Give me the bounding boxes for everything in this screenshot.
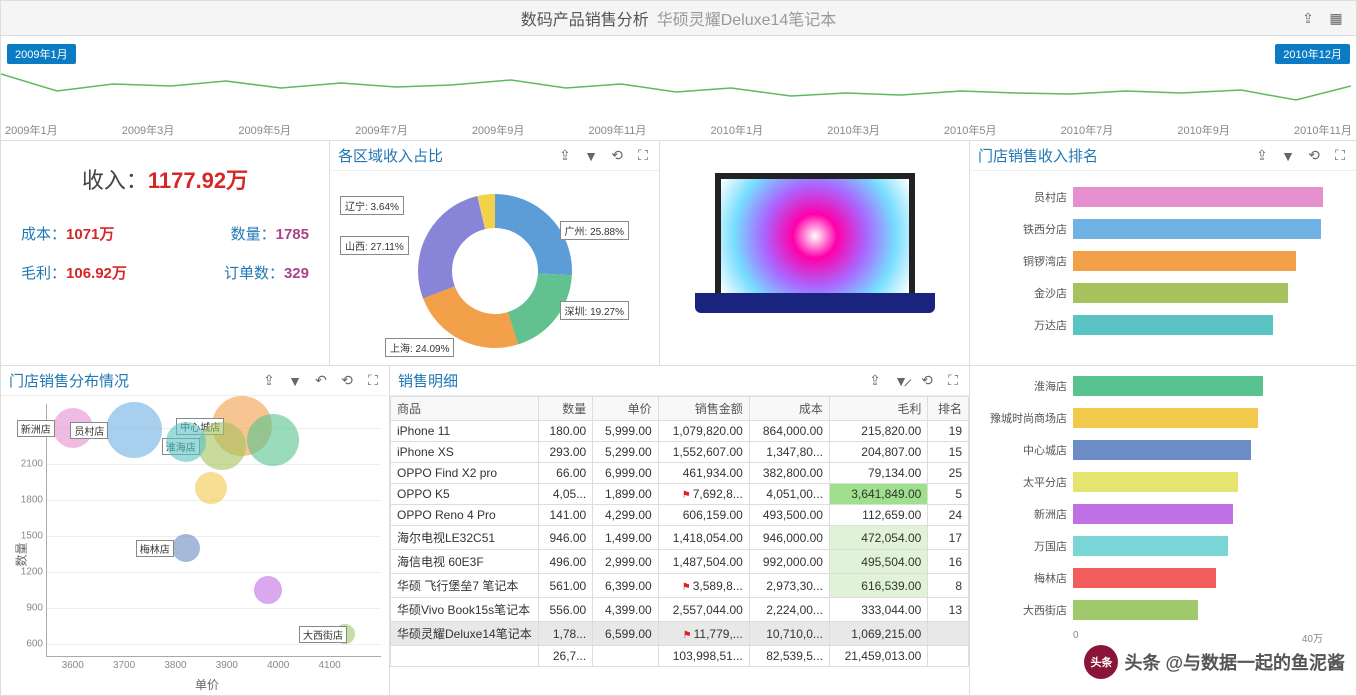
kpi-cost: 成本：1071万 [21,223,114,244]
donut-label: 山西: 27.11% [340,236,409,255]
panel-title: 各区域收入占比 [338,145,443,166]
bubble[interactable] [254,576,282,604]
dashboard-title-bar: 数码产品销售分析 华硕灵耀Deluxe14笔记本 ⇪ ▦ [0,0,1357,36]
panel-title: 门店销售分布情况 [9,370,129,391]
donut-label: 上海: 24.09% [385,338,454,357]
rank-bar[interactable]: 万国店 [982,530,1344,562]
export-icon[interactable]: ⇪ [867,373,883,389]
col-header[interactable]: 单价 [593,397,658,421]
timeline-sparkline [1,66,1351,111]
col-header[interactable]: 数量 [538,397,593,421]
table-row[interactable]: 华硕Vivo Book15s笔记本556.004,399.002,557,044… [391,598,969,622]
product-image [695,173,935,333]
table-row[interactable]: 海信电视 60E3F496.002,999.001,487,504.00992,… [391,550,969,574]
table-row[interactable]: OPPO Reno 4 Pro141.004,299.00606,159.004… [391,505,969,526]
refresh-icon[interactable]: ⟲ [339,373,355,389]
col-header[interactable]: 销售金额 [658,397,749,421]
scatter-panel: 门店销售分布情况 ⇪ ▼ ↶ ⟲ ⛶ 数量 单价 600900120015001… [0,366,390,696]
rank-bar[interactable]: 万达店 [982,309,1344,341]
kpi-profit: 毛利：106.92万 [21,262,127,283]
refresh-icon[interactable]: ⟲ [919,373,935,389]
export-icon[interactable]: ⇪ [557,148,573,164]
bubble[interactable] [195,472,227,504]
bubble[interactable] [247,414,299,466]
rank-bar[interactable]: 员村店 [982,181,1344,213]
rank-bar[interactable]: 淮海店 [982,370,1344,402]
ranking-bar-chart-cont[interactable]: 淮海店豫城时尚商场店中心城店太平分店新洲店万国店梅林店大西街店040万 [970,366,1356,665]
rank-bar[interactable]: 太平分店 [982,466,1344,498]
kpi-qty: 数量：1785 [231,223,309,244]
timeline-ticks: 2009年1月2009年3月2009年5月2009年7月2009年9月2009年… [1,122,1356,138]
bubble-chart[interactable]: 数量 单价 6009001200150018002100240036003700… [1,396,389,695]
rank-bar[interactable]: 中心城店 [982,434,1344,466]
expand-icon[interactable]: ⛶ [945,373,961,389]
rank-bar[interactable]: 大西街店 [982,594,1344,626]
table-row[interactable]: 华硕 飞行堡垒7 笔记本561.006,399.00⚑3,589,8...2,9… [391,574,969,598]
export-icon[interactable]: ⇪ [261,373,277,389]
ranking-panel-continued: 淮海店豫城时尚商场店中心城店太平分店新洲店万国店梅林店大西街店040万 [970,366,1357,696]
rank-bar[interactable]: 铜锣湾店 [982,245,1344,277]
export-icon[interactable]: ⇪ [1254,148,1270,164]
calendar-icon[interactable]: ▦ [1328,10,1344,26]
kpi-panel: 收入：1177.92万 成本：1071万 数量：1785 毛利：106.92万 … [0,141,330,366]
table-row[interactable]: OPPO K54,05...1,899.00⚑7,692,8...4,051,0… [391,484,969,505]
table-row[interactable]: iPhone XS293.005,299.001,552,607.001,347… [391,442,969,463]
panel-title: 门店销售收入排名 [978,145,1098,166]
refresh-icon[interactable]: ⟲ [609,148,625,164]
undo-icon[interactable]: ↶ [313,373,329,389]
dashboard-subtitle: 华硕灵耀Deluxe14笔记本 [657,6,837,30]
donut-label: 辽宁: 3.64% [340,196,404,215]
donut-label: 广州: 25.88% [560,221,629,240]
filter-icon[interactable]: ▼ [1280,148,1296,164]
dashboard-title: 数码产品销售分析 [521,6,649,30]
kpi-orders: 订单数：329 [224,262,309,283]
col-header[interactable]: 排名 [928,397,969,421]
rank-bar[interactable]: 金沙店 [982,277,1344,309]
refresh-icon[interactable]: ⟲ [1306,148,1322,164]
expand-icon[interactable]: ⛶ [1332,148,1348,164]
region-donut-panel: 各区域收入占比 ⇪ ▼ ⟲ ⛶ 广州: 25.88% 深圳: 19.27% 上 [330,141,660,366]
donut-label: 深圳: 19.27% [560,301,629,320]
rank-bar[interactable]: 豫城时尚商场店 [982,402,1344,434]
bubble[interactable] [172,534,200,562]
filter-icon[interactable]: ▼ [583,148,599,164]
expand-icon[interactable]: ⛶ [365,373,381,389]
expand-icon[interactable]: ⛶ [635,148,651,164]
bubble[interactable] [106,402,162,458]
timeline-end-badge[interactable]: 2010年12月 [1275,44,1350,64]
store-ranking-panel: 门店销售收入排名 ⇪ ▼ ⟲ ⛶ 员村店铁西分店铜锣湾店金沙店万达店 [970,141,1357,366]
sales-table[interactable]: 商品数量单价销售金额成本毛利排名 iPhone 11180.005,999.00… [390,396,969,667]
rank-bar[interactable]: 铁西分店 [982,213,1344,245]
rank-bar[interactable]: 梅林店 [982,562,1344,594]
timeline-start-badge[interactable]: 2009年1月 [7,44,76,64]
filter-clear-icon[interactable]: ▼̷ [893,373,909,389]
sales-detail-panel: 销售明细 ⇪ ▼̷ ⟲ ⛶ 商品数量单价销售金额成本毛利排名 iPhone 11… [390,366,970,696]
kpi-revenue: 收入：1177.92万 [21,163,309,195]
rank-bar[interactable]: 新洲店 [982,498,1344,530]
table-row[interactable]: 海尔电视LE32C51946.001,499.001,418,054.00946… [391,526,969,550]
panel-title: 销售明细 [398,370,458,391]
product-image-panel [660,141,970,366]
timeline-chart[interactable]: 2009年1月 2010年12月 2009年1月2009年3月2009年5月20… [0,36,1357,141]
table-row[interactable]: OPPO Find X2 pro66.006,999.00461,934.003… [391,463,969,484]
col-header[interactable]: 商品 [391,397,539,421]
bubble[interactable] [166,422,206,462]
table-row[interactable]: 华硕灵耀Deluxe14笔记本1,78...6,599.00⚑11,779,..… [391,622,969,646]
export-icon[interactable]: ⇪ [1300,10,1316,26]
filter-icon[interactable]: ▼ [287,373,303,389]
col-header[interactable]: 成本 [749,397,829,421]
table-row[interactable]: iPhone 11180.005,999.001,079,820.00864,0… [391,421,969,442]
ranking-bar-chart[interactable]: 员村店铁西分店铜锣湾店金沙店万达店 [970,171,1356,365]
col-header[interactable]: 毛利 [829,397,927,421]
